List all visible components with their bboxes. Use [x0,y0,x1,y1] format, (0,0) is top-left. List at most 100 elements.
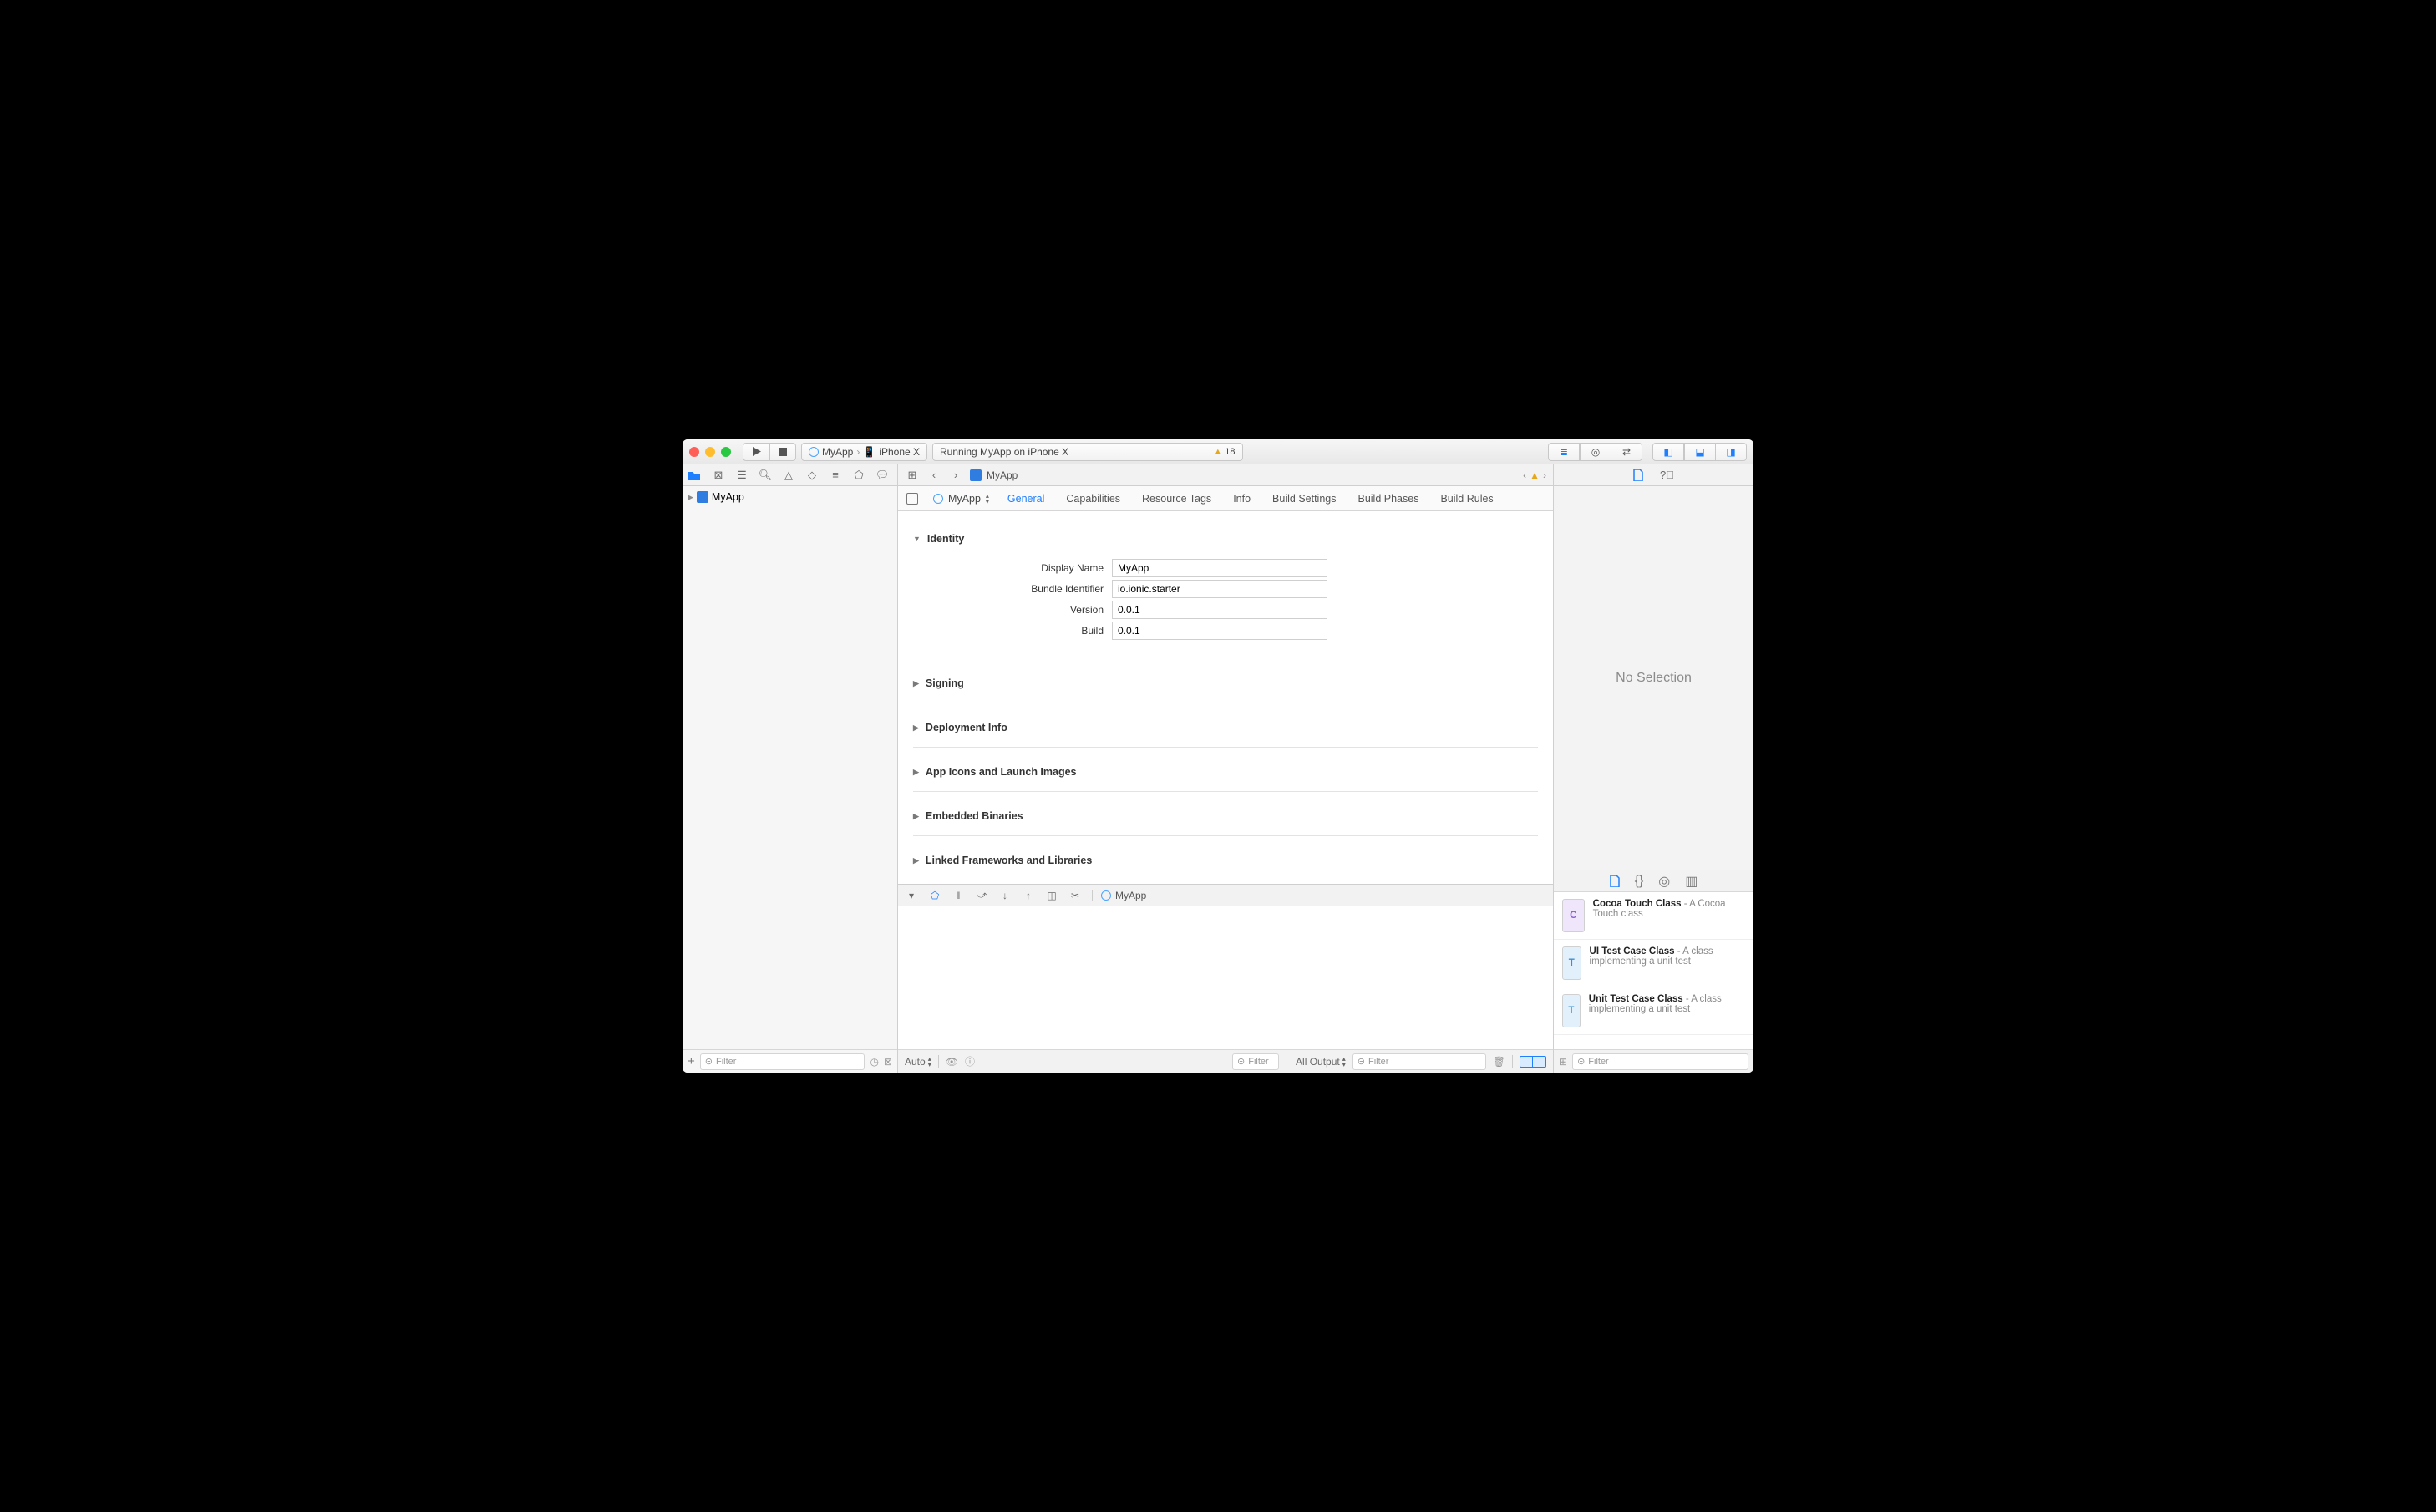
view-debug-icon[interactable]: ◫ [1045,890,1058,901]
memory-graph-icon[interactable]: ✂︎ [1068,890,1082,901]
step-out-icon[interactable]: ↑ [1022,890,1035,901]
breakpoint-navigator-icon[interactable]: ⬠ [851,469,866,482]
output-mode-selector[interactable]: All Output ▴▾ [1296,1056,1346,1068]
add-button[interactable]: + [688,1054,695,1068]
build-field[interactable] [1112,622,1327,640]
find-navigator-icon[interactable]: 🔍︎ [758,469,773,482]
project-tree: ▶ MyApp [683,486,897,1049]
vars-filter-placeholder: Filter [1248,1057,1268,1067]
symbol-navigator-icon[interactable]: ☰ [734,469,749,482]
run-button[interactable] [743,443,770,461]
tab-capabilities[interactable]: Capabilities [1063,493,1124,505]
panel-bottom-icon: ⬓ [1693,446,1707,458]
display-name-field[interactable] [1112,559,1327,577]
chevron-right-icon: › [856,446,860,458]
trash-icon[interactable]: 🗑︎ [1493,1056,1505,1068]
project-navigator-icon[interactable] [688,470,703,480]
library-filter-field[interactable]: ⊝ Filter [1572,1053,1748,1070]
test-navigator-icon[interactable]: ◇ [804,469,820,482]
close-window-button[interactable] [689,447,699,457]
back-icon[interactable]: ‹ [926,469,941,481]
code-snippet-library-icon[interactable]: {} [1635,874,1644,889]
assistant-editor-button[interactable]: ◎ [1580,443,1611,461]
navigator-filter-field[interactable]: ⊝ Filter [700,1053,865,1070]
stop-button[interactable] [770,443,796,461]
quick-help-icon[interactable]: ?⃝ [1660,469,1675,481]
section-header-signing[interactable]: ▶ Signing [913,672,1538,694]
tab-info[interactable]: Info [1230,493,1254,505]
file-inspector-icon[interactable] [1633,469,1648,481]
file-template-library-icon[interactable] [1610,875,1620,887]
library-item[interactable]: C Cocoa Touch Class - A Cocoa Touch clas… [1554,892,1753,940]
console-view[interactable] [1226,906,1554,1049]
disclosure-triangle-icon[interactable]: ▶ [688,493,693,502]
toggle-navigator-button[interactable]: ◧ [1652,443,1684,461]
section-header-embedded[interactable]: ▶ Embedded Binaries [913,805,1538,827]
version-editor-button[interactable]: ⇄ [1611,443,1642,461]
library-item[interactable]: T UI Test Case Class - A class implement… [1554,940,1753,987]
section-header-linked[interactable]: ▶ Linked Frameworks and Libraries [913,850,1538,871]
next-issue-icon[interactable]: › [1543,469,1546,481]
forward-icon[interactable]: › [948,469,963,481]
scheme-selector[interactable]: MyApp › 📱 iPhone X [801,443,927,461]
step-into-icon[interactable]: ↓ [998,890,1012,901]
debug-navigator-icon[interactable]: ≡ [828,469,843,481]
standard-editor-button[interactable]: ≣ [1548,443,1580,461]
info-icon[interactable]: ⓘ [965,1054,975,1068]
target-ring-icon [933,494,943,504]
section-header-deployment[interactable]: ▶ Deployment Info [913,717,1538,738]
library-item-icon: T [1562,946,1581,980]
output-mode-label: All Output [1296,1056,1340,1068]
tab-general[interactable]: General [1004,493,1048,505]
pause-icon[interactable]: ‖ [952,890,965,901]
section-header-identity[interactable]: ▼ Identity [913,528,1538,550]
eye-icon[interactable]: 👁︎ [946,1056,958,1068]
target-selector[interactable]: MyApp ▴▾ [933,493,989,505]
source-control-navigator-icon[interactable]: ⊠ [711,469,726,482]
section-header-icons[interactable]: ▶ App Icons and Launch Images [913,761,1538,783]
section-deployment: ▶ Deployment Info [913,708,1538,748]
tab-build-rules[interactable]: Build Rules [1437,493,1496,505]
version-field[interactable] [1112,601,1327,619]
library-footer: ⊞ ⊝ Filter [1554,1049,1753,1073]
tree-root-row[interactable]: ▶ MyApp [683,490,897,505]
breakpoints-toggle-icon[interactable]: ⬠ [928,890,941,901]
activity-viewer[interactable]: Running MyApp on iPhone X ▲ 18 [932,443,1243,461]
vars-scope-selector[interactable]: Auto ▴▾ [905,1056,931,1068]
section-title: Signing [926,677,964,689]
step-over-icon[interactable]: ⤻ [975,889,988,901]
tab-build-settings[interactable]: Build Settings [1269,493,1339,505]
vars-filter-field[interactable]: ⊝ Filter [1232,1053,1279,1070]
warning-count: 18 [1225,447,1235,457]
tab-resource-tags[interactable]: Resource Tags [1139,493,1215,505]
rings-icon: ◎ [1589,446,1602,458]
zoom-window-button[interactable] [721,447,731,457]
disclosure-triangle-icon: ▼ [913,535,921,543]
hide-targets-icon[interactable] [906,493,918,505]
jumpbar-crumb[interactable]: MyApp [970,469,1018,481]
media-library-icon[interactable]: ▥ [1685,873,1698,890]
object-library-icon[interactable]: ◎ [1658,873,1670,890]
library-item[interactable]: T Unit Test Case Class - A class impleme… [1554,987,1753,1035]
bundle-id-field[interactable] [1112,580,1327,598]
grid-view-icon[interactable]: ⊞ [1559,1056,1567,1068]
scm-filter-icon[interactable]: ⊠ [884,1056,892,1068]
recent-filter-icon[interactable]: ◷ [870,1056,878,1068]
tab-build-phases[interactable]: Build Phases [1354,493,1422,505]
related-items-icon[interactable]: ⊞ [905,469,920,482]
hide-debug-icon[interactable]: ▾ [905,890,918,901]
toggle-debug-button[interactable]: ⬓ [1684,443,1716,461]
toggle-inspector-button[interactable]: ◨ [1716,443,1747,461]
minimize-window-button[interactable] [705,447,715,457]
variables-view[interactable] [898,906,1226,1049]
debug-pane-toggle[interactable] [1520,1056,1546,1068]
library-list[interactable]: C Cocoa Touch Class - A Cocoa Touch clas… [1554,892,1753,1049]
updown-icon: ▴▾ [928,1056,931,1068]
prev-issue-icon[interactable]: ‹ [1523,469,1526,481]
console-filter-field[interactable]: ⊝ Filter [1352,1053,1486,1070]
process-selector[interactable]: MyApp [1092,890,1146,901]
disclosure-triangle-icon: ▶ [913,679,919,688]
issue-navigator-icon[interactable]: △ [781,469,796,482]
version-label: Version [913,604,1112,616]
report-navigator-icon[interactable]: 💬︎ [875,469,890,482]
